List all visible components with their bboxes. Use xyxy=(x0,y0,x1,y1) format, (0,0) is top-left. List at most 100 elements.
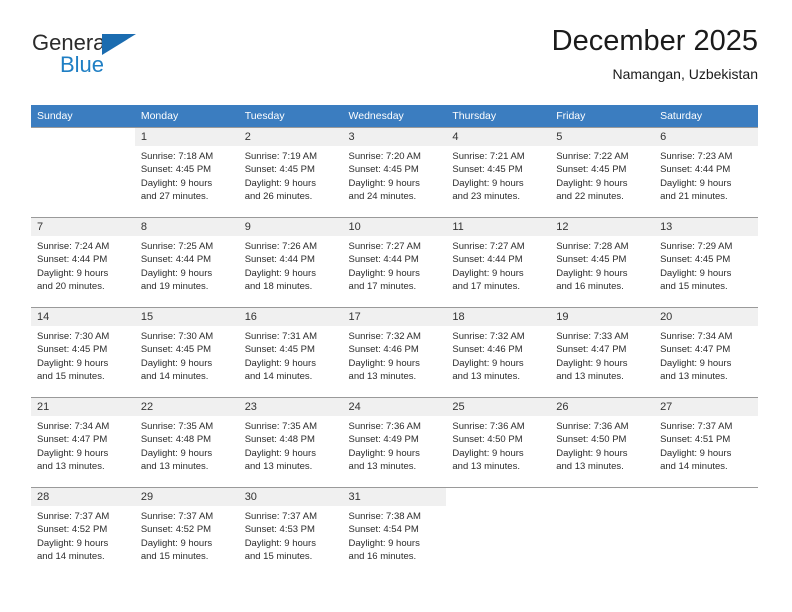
day-detail-line: Sunrise: 7:21 AM xyxy=(452,151,525,162)
calendar-day-cell[interactable]: 8 Sunrise: 7:25 AM Sunset: 4:44 PM Daylight… xyxy=(134,217,239,308)
calendar-day-cell[interactable]: 27 Sunrise: 7:37 AM Sunset: 4:51 PM Dayligh… xyxy=(654,397,758,488)
day-detail-line: Daylight: 9 hours xyxy=(556,177,628,189)
day-detail-line: and 15 minutes. xyxy=(37,370,105,382)
day-detail-line: Daylight: 9 hours xyxy=(556,357,628,369)
day-detail-line: Daylight: 9 hours xyxy=(244,267,316,279)
calendar-day-cell[interactable]: 11 Sunrise: 7:27 AM Sunset: 4:44 PM Dayligh… xyxy=(446,217,551,308)
day-detail-line: and 13 minutes. xyxy=(348,460,417,472)
calendar-day-cell[interactable]: 25 Sunrise: 7:36 AM Sunset: 4:50 PM Dayligh… xyxy=(446,397,551,488)
calendar-week-row: 14 Sunrise: 7:30 AM Sunset: 4:45 PM Dayligh… xyxy=(31,307,758,398)
day-detail-line: and 20 minutes. xyxy=(37,280,105,292)
brand-logo[interactable]: General Blue xyxy=(32,30,212,86)
day-number: 12 xyxy=(550,218,655,236)
calendar-day-cell[interactable]: 21 Sunrise: 7:34 AM Sunset: 4:47 PM Dayligh… xyxy=(31,397,135,488)
day-number: 5 xyxy=(550,128,655,146)
day-details: Sunrise: 7:35 AM Sunset: 4:48 PM Daylight:… xyxy=(135,416,239,473)
calendar-day-cell[interactable]: 22 Sunrise: 7:35 AM Sunset: 4:48 PM Dayligh… xyxy=(134,397,239,488)
calendar-day-cell[interactable]: 5 Sunrise: 7:22 AM Sunset: 4:45 PM Daylight… xyxy=(550,127,655,218)
day-detail-line: and 16 minutes. xyxy=(348,550,417,562)
day-detail-line: Daylight: 9 hours xyxy=(37,537,109,549)
calendar-day-cell[interactable]: 24 Sunrise: 7:36 AM Sunset: 4:49 PM Dayligh… xyxy=(342,397,447,488)
calendar-day-cell[interactable]: 31 Sunrise: 7:38 AM Sunset: 4:54 PM Dayligh… xyxy=(342,487,447,577)
day-detail-line: and 19 minutes. xyxy=(140,280,209,292)
day-detail-line: Sunset: 4:49 PM xyxy=(348,434,419,446)
day-detail-line: Sunrise: 7:31 AM xyxy=(244,331,318,342)
calendar-day-cell[interactable]: 2 Sunrise: 7:19 AM Sunset: 4:45 PM Daylight… xyxy=(238,127,343,218)
day-number: 1 xyxy=(134,128,239,146)
calendar-day-cell[interactable]: 29 Sunrise: 7:37 AM Sunset: 4:52 PM Dayligh… xyxy=(134,487,239,577)
day-detail-line: Daylight: 9 hours xyxy=(348,357,420,369)
calendar-day-cell[interactable]: 23 Sunrise: 7:35 AM Sunset: 4:48 PM Dayligh… xyxy=(238,397,343,488)
calendar-week-row: 1 Sunrise: 7:18 AM Sunset: 4:45 PM Daylight… xyxy=(31,127,758,218)
day-detail-line: Sunset: 4:45 PM xyxy=(660,254,731,266)
weekday-header-row: Sunday Monday Tuesday Wednesday Thursday Frid… xyxy=(31,105,758,128)
day-details: Sunrise: 7:34 AM Sunset: 4:47 PM Daylight:… xyxy=(31,416,135,473)
day-detail-line: Sunrise: 7:29 AM xyxy=(660,241,733,252)
day-detail-line: Sunrise: 7:24 AM xyxy=(37,241,110,252)
day-detail-line: Daylight: 9 hours xyxy=(660,177,732,189)
day-detail-line: Daylight: 9 hours xyxy=(348,537,420,549)
calendar-day-cell[interactable]: 14 Sunrise: 7:30 AM Sunset: 4:45 PM Dayligh… xyxy=(31,307,135,398)
calendar-day-cell[interactable]: 19 Sunrise: 7:33 AM Sunset: 4:47 PM Dayligh… xyxy=(550,307,655,398)
day-number: 2 xyxy=(238,128,343,146)
calendar-empty-cell xyxy=(550,487,655,577)
day-detail-line: and 15 minutes. xyxy=(660,280,728,292)
calendar-day-cell[interactable]: 18 Sunrise: 7:32 AM Sunset: 4:46 PM Dayligh… xyxy=(446,307,551,398)
day-detail-line: and 13 minutes. xyxy=(556,460,624,472)
page-subtitle: Namangan, Uzbekistan xyxy=(612,66,758,82)
day-detail-line: Sunrise: 7:37 AM xyxy=(140,511,214,522)
day-number: 3 xyxy=(342,128,447,146)
day-detail-line: and 14 minutes. xyxy=(140,370,209,382)
day-details: Sunrise: 7:30 AM Sunset: 4:45 PM Daylight:… xyxy=(135,326,239,383)
calendar-day-cell[interactable]: 7 Sunrise: 7:24 AM Sunset: 4:44 PM Daylight… xyxy=(31,217,135,308)
day-number: 4 xyxy=(446,128,551,146)
day-detail-line: Daylight: 9 hours xyxy=(140,357,213,369)
day-detail-line: Sunset: 4:45 PM xyxy=(140,164,212,176)
day-details xyxy=(31,146,135,150)
day-detail-line: and 13 minutes. xyxy=(452,370,520,382)
day-detail-line: Sunrise: 7:37 AM xyxy=(37,511,110,522)
day-detail-line: Daylight: 9 hours xyxy=(244,357,316,369)
day-detail-line: Daylight: 9 hours xyxy=(37,357,109,369)
day-details: Sunrise: 7:34 AM Sunset: 4:47 PM Daylight:… xyxy=(654,326,758,383)
calendar-day-cell[interactable]: 20 Sunrise: 7:34 AM Sunset: 4:47 PM Dayligh… xyxy=(654,307,758,398)
day-detail-line: Sunset: 4:53 PM xyxy=(244,524,315,536)
calendar-day-cell[interactable]: 28 Sunrise: 7:37 AM Sunset: 4:52 PM Dayligh… xyxy=(31,487,135,577)
day-details xyxy=(550,506,654,510)
page-header: General Blue December 2025 Namangan, Uzb… xyxy=(32,24,758,98)
day-detail-line: Sunrise: 7:37 AM xyxy=(244,511,318,522)
day-detail-line: Sunrise: 7:30 AM xyxy=(37,331,110,342)
day-detail-line: and 22 minutes. xyxy=(556,190,624,202)
day-detail-line: Daylight: 9 hours xyxy=(244,447,316,459)
calendar-day-cell[interactable]: 30 Sunrise: 7:37 AM Sunset: 4:53 PM Dayligh… xyxy=(238,487,343,577)
calendar-day-cell[interactable]: 12 Sunrise: 7:28 AM Sunset: 4:45 PM Dayligh… xyxy=(550,217,655,308)
day-detail-line: Sunset: 4:45 PM xyxy=(244,344,315,356)
day-detail-line: Sunrise: 7:32 AM xyxy=(452,331,525,342)
calendar-day-cell[interactable]: 3 Sunrise: 7:20 AM Sunset: 4:45 PM Daylight… xyxy=(342,127,447,218)
calendar-day-cell[interactable]: 9 Sunrise: 7:26 AM Sunset: 4:44 PM Daylight… xyxy=(238,217,343,308)
day-detail-line: and 13 minutes. xyxy=(244,460,313,472)
calendar-day-cell[interactable]: 26 Sunrise: 7:36 AM Sunset: 4:50 PM Dayligh… xyxy=(550,397,655,488)
day-number: 27 xyxy=(654,398,758,416)
day-detail-line: Sunset: 4:52 PM xyxy=(37,524,108,536)
day-detail-line: Sunset: 4:44 PM xyxy=(660,164,731,176)
day-details: Sunrise: 7:19 AM Sunset: 4:45 PM Daylight:… xyxy=(239,146,343,203)
calendar-day-cell[interactable]: 17 Sunrise: 7:32 AM Sunset: 4:46 PM Dayligh… xyxy=(342,307,447,398)
calendar-day-cell[interactable]: 6 Sunrise: 7:23 AM Sunset: 4:44 PM Daylight… xyxy=(654,127,758,218)
day-detail-line: Sunrise: 7:26 AM xyxy=(244,241,318,252)
day-details: Sunrise: 7:35 AM Sunset: 4:48 PM Daylight:… xyxy=(239,416,343,473)
day-detail-line: Daylight: 9 hours xyxy=(348,447,420,459)
day-number: 21 xyxy=(31,398,135,416)
day-number: 11 xyxy=(446,218,551,236)
calendar-day-cell[interactable]: 1 Sunrise: 7:18 AM Sunset: 4:45 PM Daylight… xyxy=(134,127,239,218)
day-number: 24 xyxy=(342,398,447,416)
calendar-day-cell[interactable]: 15 Sunrise: 7:30 AM Sunset: 4:45 PM Dayligh… xyxy=(134,307,239,398)
day-detail-line: and 27 minutes. xyxy=(140,190,209,202)
day-number xyxy=(446,488,551,506)
calendar-day-cell[interactable]: 10 Sunrise: 7:27 AM Sunset: 4:44 PM Dayligh… xyxy=(342,217,447,308)
calendar-day-cell[interactable]: 13 Sunrise: 7:29 AM Sunset: 4:45 PM Dayligh… xyxy=(654,217,758,308)
day-number: 25 xyxy=(446,398,551,416)
day-number: 8 xyxy=(134,218,239,236)
calendar-day-cell[interactable]: 4 Sunrise: 7:21 AM Sunset: 4:45 PM Daylight… xyxy=(446,127,551,218)
calendar-day-cell[interactable]: 16 Sunrise: 7:31 AM Sunset: 4:45 PM Dayligh… xyxy=(238,307,343,398)
